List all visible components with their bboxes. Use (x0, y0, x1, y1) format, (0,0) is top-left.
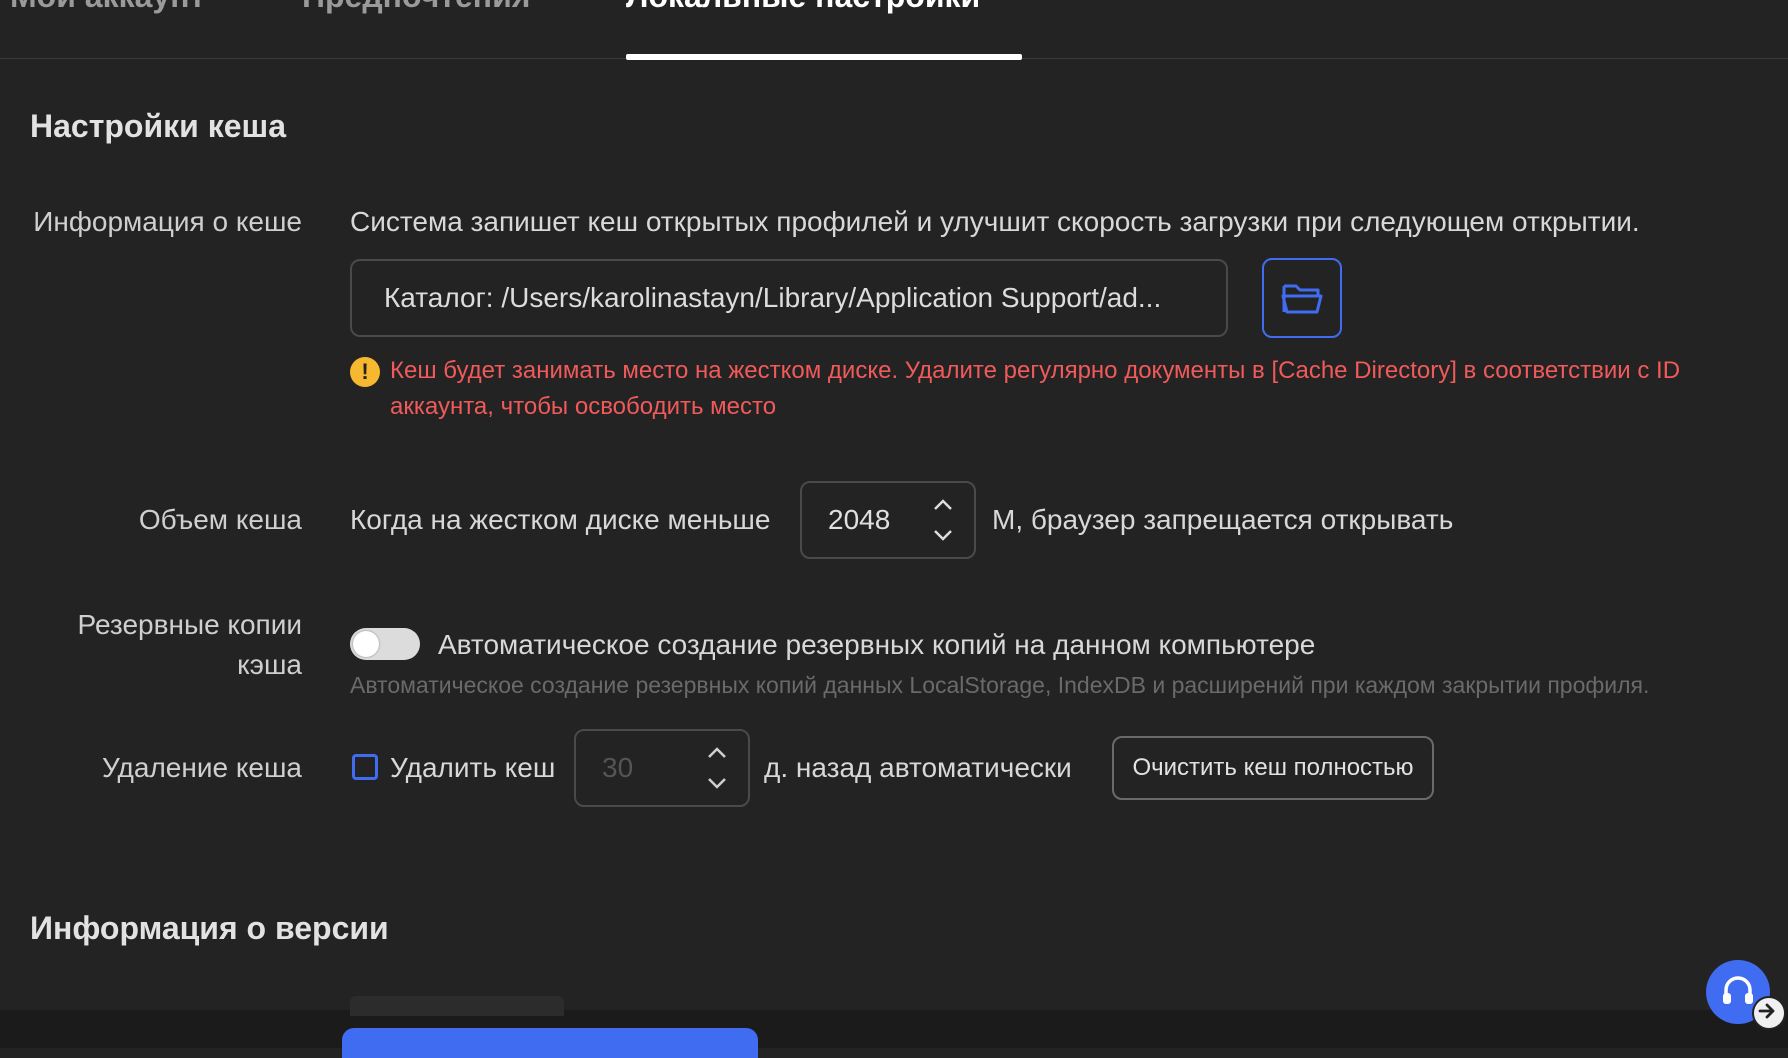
tab-my-account[interactable]: Мой аккаунт (10, 0, 205, 15)
cache-size-prefix: Когда на жестком диске меньше (350, 504, 771, 535)
chevron-up-icon[interactable] (706, 745, 728, 761)
active-tab-indicator (626, 54, 1022, 60)
delete-days-stepper[interactable]: 30 (574, 729, 750, 807)
choose-folder-button[interactable] (1262, 258, 1342, 338)
version-field (350, 996, 564, 1016)
tab-preferences[interactable]: Предпочтения (302, 0, 530, 15)
tab-bar: Мой аккаунт Предпочтения Локальные настр… (0, 0, 1788, 60)
cache-warning: Кеш будет занимать место на жестком диск… (390, 353, 1730, 425)
cache-delete-label: Удаление кеша (101, 752, 302, 783)
expand-arrow-button[interactable] (1752, 996, 1786, 1030)
cache-directory-value: Каталог: /Users/karolinastayn/Library/Ap… (384, 282, 1162, 313)
cache-size-suffix: М, браузер запрещается открывать (992, 504, 1454, 535)
cache-info-label: Информация о кеше (33, 206, 302, 237)
auto-backup-label: Автоматическое создание резервных копий … (438, 629, 1316, 660)
cache-info-description: Система запишет кеш открытых профилей и … (350, 206, 1640, 237)
auto-backup-hint: Автоматическое создание резервных копий … (350, 672, 1650, 698)
chevron-down-icon[interactable] (932, 527, 954, 543)
cache-settings-title: Настройки кеша (30, 108, 286, 144)
cache-backup-label-2: кэша (237, 649, 302, 680)
version-info-title: Информация о версии (30, 910, 389, 946)
primary-action-button[interactable] (342, 1028, 758, 1058)
warning-icon: ! (350, 357, 380, 387)
delete-days-suffix: д. назад автоматически (764, 752, 1072, 783)
chevron-up-icon[interactable] (932, 497, 954, 513)
clear-cache-button[interactable]: Очистить кеш полностью (1112, 736, 1434, 800)
delete-days-value: 30 (602, 752, 634, 783)
cache-warning-line1: Кеш будет занимать место на жестком диск… (390, 357, 1681, 384)
auto-backup-toggle[interactable] (350, 628, 420, 660)
cache-backup-label-1: Резервные копии (77, 609, 302, 640)
toggle-knob (353, 631, 379, 657)
auto-delete-label: Удалить кеш (390, 752, 556, 783)
cache-size-stepper[interactable]: 2048 (800, 481, 976, 559)
cache-size-value: 2048 (828, 504, 891, 535)
folder-open-icon (1281, 284, 1323, 314)
cache-size-label: Объем кеша (138, 504, 302, 535)
auto-delete-checkbox[interactable] (352, 754, 378, 780)
tab-local-settings[interactable]: Локальные настройки (626, 0, 980, 15)
bottom-bar (0, 1010, 1788, 1048)
arrow-right-icon (1758, 1003, 1775, 1019)
cache-directory-field[interactable]: Каталог: /Users/karolinastayn/Library/Ap… (350, 259, 1228, 337)
cache-warning-line2: аккаунта, чтобы освободить место (390, 393, 777, 420)
chevron-down-icon[interactable] (706, 775, 728, 791)
